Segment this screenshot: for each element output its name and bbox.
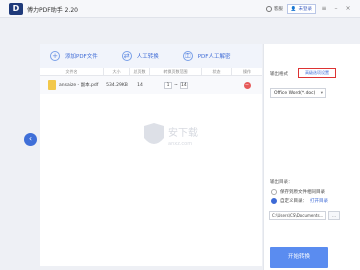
start-convert-button[interactable]: 开始转换 [270,247,328,268]
lock-icon: ⚿ [182,51,193,61]
back-arrow-icon[interactable]: ‹ [24,133,37,146]
close-icon[interactable]: × [344,5,352,13]
action-cell: − [232,81,262,89]
path-row: C:\Users\CS\Documents... ... [269,210,357,220]
col-size: 大小 [104,67,130,76]
radio-original[interactable] [271,189,277,195]
convert-icon: ⇄ [121,51,132,61]
manual-convert-label: 人工转换 [136,54,159,60]
option-custom-dir[interactable]: 自定义目录： 打开目录 [271,198,328,204]
page-range: 1 ~ 14 [150,81,202,89]
login-button[interactable]: 👤 未登录 [286,4,316,14]
plus-icon: + [50,51,60,61]
open-dir-link[interactable]: 打开目录 [310,198,328,204]
file-list-area: 文件名 大小 总页数 转换页数范围 状态 操作 ansaize - 副本.pdf… [40,67,262,266]
service-label: 客服 [273,7,283,12]
manual-convert-button[interactable]: ⇄ 人工转换 [121,51,159,61]
range-sep: ~ [174,82,178,88]
watermark: 安下载 anxz.com [138,122,198,162]
login-label: 未登录 [298,7,313,12]
option-original-label: 保存到原文件相同目录 [280,190,325,195]
watermark-text: 安下载 [168,126,198,139]
output-dir-label: 输出目录： [270,180,293,185]
watermark-shield-icon: 安下载 anxz.com [144,123,198,147]
service-button[interactable]: 客服 [265,6,283,12]
format-value: Office Word(*.doc) [274,91,316,96]
file-name-cell: ansaize - 副本.pdf [40,80,104,90]
headset-icon [265,6,272,12]
watermark-sub: anxz.com [168,141,192,147]
table-row[interactable]: ansaize - 副本.pdf 534.29KB 14 1 ~ 14 − [40,76,262,94]
format-select[interactable]: Office Word(*.doc) ▾ [270,88,326,98]
col-status: 状态 [202,67,232,76]
titlebar-actions: 客服 👤 未登录 ≡ – × [265,3,352,15]
add-pdf-button[interactable]: + 添加PDF文件 [50,51,98,61]
range-to-input[interactable]: 14 [179,81,188,89]
advanced-settings-button[interactable]: 高级选项设置 [298,68,336,78]
file-size: 534.29KB [106,82,128,88]
file-name: ansaize - 副本.pdf [59,83,99,88]
app-title: 傅力PDF助手 2.20 [27,7,78,14]
col-range: 转换页数范围 [150,67,202,76]
table-header: 文件名 大小 总页数 转换页数范围 状态 操作 [40,67,262,76]
output-path-input[interactable]: C:\Users\CS\Documents... [269,210,326,220]
col-action: 操作 [243,68,251,74]
option-original-dir[interactable]: 保存到原文件相同目录 [271,189,325,195]
minimize-icon[interactable]: – [332,5,340,13]
app-logo: D [9,3,23,15]
radio-custom[interactable] [271,198,277,204]
pdf-manual-button[interactable]: ⚿ PDF人工解密 [182,51,231,61]
output-mode-label: 输出格式 [270,72,288,77]
menu-icon[interactable]: ≡ [320,5,328,13]
range-from-input[interactable]: 1 [164,81,173,89]
remove-icon[interactable]: − [243,81,251,89]
user-icon: 👤 [290,6,297,12]
pdf-manual-label: PDF人工解密 [197,54,231,60]
col-filename: 文件名 [40,67,104,76]
add-pdf-label: 添加PDF文件 [65,54,98,60]
pdf-file-icon [48,80,56,90]
col-pages: 总页数 [130,67,150,76]
output-settings-panel: 输出格式 高级选项设置 Office Word(*.doc) ▾ 输出目录： 保… [263,44,360,270]
chevron-down-icon: ▾ [320,91,323,96]
file-pages: 14 [137,82,143,88]
browse-button[interactable]: ... [328,210,340,220]
title-bar: D 傅力PDF助手 2.20 客服 👤 未登录 ≡ – × [0,0,360,18]
option-custom-label: 自定义目录： [280,199,307,204]
toolbar: + 添加PDF文件 ⇄ 人工转换 ⚿ PDF人工解密 [40,44,262,68]
